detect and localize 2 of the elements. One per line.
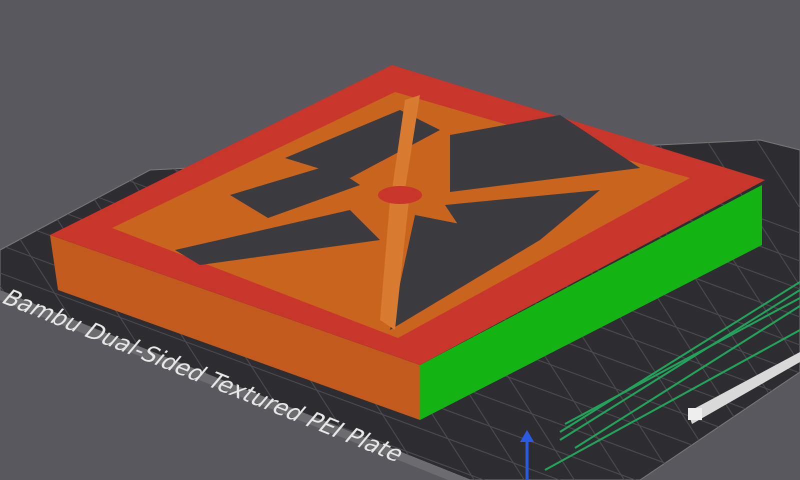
z-axis-arrow-icon [520, 430, 534, 480]
plate-badge-icon [688, 352, 800, 424]
